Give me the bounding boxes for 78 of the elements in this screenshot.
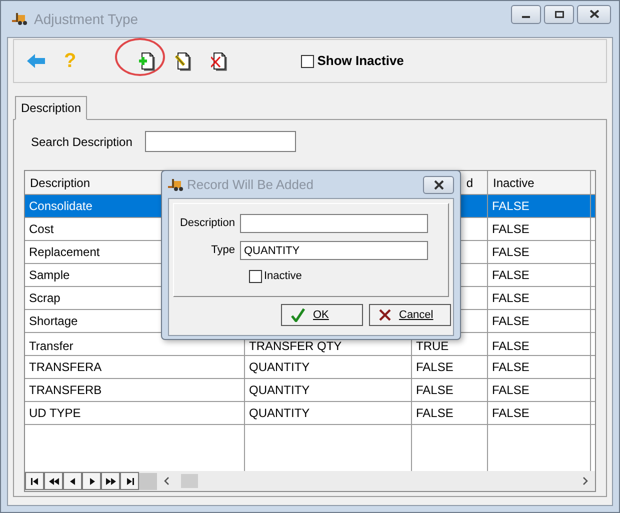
table-cell-text: FALSE (492, 338, 530, 355)
fast-back-icon (48, 476, 60, 486)
close-icon (590, 10, 598, 18)
add-document-icon[interactable] (139, 52, 156, 70)
forklift-icon (168, 178, 184, 190)
first-button[interactable] (25, 472, 44, 490)
table-row[interactable]: UD TYPE QUANTITY FALSE FALSE (25, 402, 595, 425)
table-cell-text: Replacement (29, 244, 100, 261)
fast-back-button[interactable] (44, 472, 63, 490)
delete-document-icon[interactable] (211, 52, 228, 70)
table-cell-text: Cost (29, 221, 54, 238)
table-cell-text: FALSE (492, 405, 530, 422)
window-title: Adjustment Type (34, 10, 138, 29)
table-row[interactable]: TRANSFERB QUANTITY FALSE FALSE (25, 379, 595, 402)
close-button[interactable] (423, 176, 454, 194)
checkmark-icon (291, 308, 305, 322)
table-cell-text: FALSE (416, 405, 454, 422)
table-cell-text: TRANSFERA (29, 359, 102, 376)
table-cell-text: Scrap (29, 290, 60, 307)
checkbox[interactable] (301, 54, 314, 68)
table-cell-text: Sample (29, 267, 70, 284)
minimize-button[interactable] (511, 4, 541, 24)
table-cell-text: FALSE (492, 198, 530, 215)
column-header[interactable]: Inactive (493, 174, 534, 192)
size-grip (139, 472, 157, 490)
table-cell-text: FALSE (492, 221, 530, 238)
scroll-thumb[interactable] (181, 474, 198, 488)
table-cell-text: QUANTITY (249, 382, 310, 399)
forklift-icon (12, 13, 28, 25)
table-cell-text: Shortage (29, 313, 78, 330)
edit-document-icon[interactable] (175, 52, 192, 70)
table-cell-text: FALSE (416, 359, 454, 376)
fast-forward-icon (104, 476, 116, 486)
checkbox[interactable] (249, 270, 262, 283)
table-cell-text: FALSE (492, 359, 530, 376)
table-cell-text: FALSE (492, 290, 530, 307)
first-icon (28, 476, 40, 486)
table-cell-text: TRANSFER QTY (249, 338, 342, 355)
tab[interactable]: Description (15, 96, 88, 120)
table-cell-text: FALSE (492, 382, 530, 399)
search-label: Search Description (31, 134, 134, 150)
scroll-right-icon[interactable] (583, 477, 588, 485)
fast-forward-button[interactable] (101, 472, 120, 490)
maximize-button[interactable] (544, 4, 574, 24)
table-cell-text: TRANSFERB (29, 382, 102, 399)
checkbox-label: Inactive (264, 269, 302, 284)
table-cell-text: TRUE (416, 338, 449, 355)
table-cell-text: FALSE (492, 244, 530, 261)
input-field[interactable]: QUANTITY (240, 241, 428, 260)
previous-button[interactable] (63, 472, 82, 490)
table-cell-text: Consolidate (29, 198, 92, 215)
table-cell-text: FALSE (492, 267, 530, 284)
table-row[interactable]: TRANSFERA QUANTITY FALSE FALSE (25, 356, 595, 379)
table-cell-text: FALSE (492, 313, 530, 330)
last-button[interactable] (120, 472, 139, 490)
field-label: Description (178, 216, 236, 232)
ok-button[interactable]: OK (281, 304, 363, 326)
back-arrow-icon[interactable] (27, 54, 45, 68)
dialog-title: Record Will Be Added (187, 176, 314, 194)
cross-icon (379, 309, 391, 321)
checkbox-label: Show Inactive (317, 52, 404, 70)
table-cell-text: QUANTITY (249, 359, 310, 376)
cancel-button[interactable]: Cancel (369, 304, 451, 326)
table-cell-text: UD TYPE (29, 405, 81, 422)
table-cell-text: QUANTITY (249, 405, 310, 422)
maximize-icon (554, 10, 564, 18)
field-label: Type (210, 243, 236, 258)
next-button[interactable] (82, 472, 101, 490)
table-cell-text: FALSE (416, 382, 454, 399)
input-field[interactable] (240, 214, 428, 233)
column-header[interactable]: Description (30, 174, 90, 192)
scroll-left-icon[interactable] (164, 477, 169, 485)
table-cell-text: Transfer (29, 338, 74, 355)
minimize-icon (522, 16, 530, 18)
close-icon (432, 180, 444, 190)
column-header[interactable]: d (466, 174, 473, 192)
search-field[interactable] (145, 131, 296, 152)
close-button[interactable] (577, 4, 611, 24)
